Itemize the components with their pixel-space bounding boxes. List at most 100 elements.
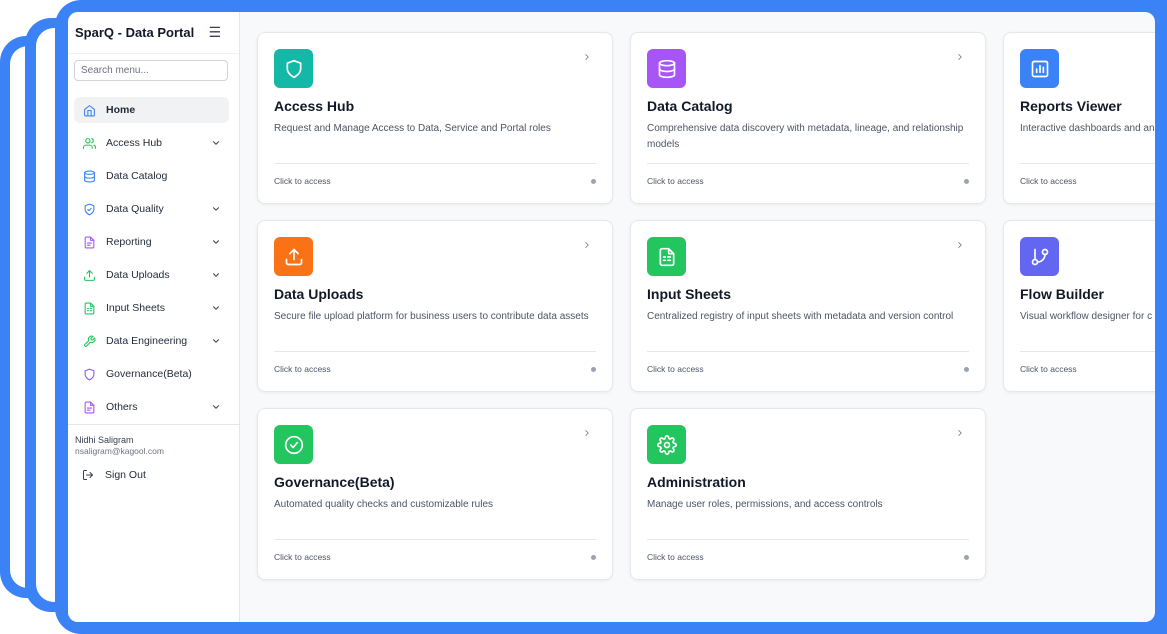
card-footer: Click to access: [647, 351, 969, 374]
sheet-icon: [82, 301, 96, 315]
sidebar-item-label: Data Uploads: [106, 269, 170, 281]
sidebar-item-label: Home: [106, 104, 136, 116]
sign-out-button[interactable]: Sign Out: [75, 469, 232, 481]
sidebar-item-home[interactable]: Home: [74, 97, 229, 123]
sidebar-item-others[interactable]: Others: [74, 394, 229, 420]
status-dot: [964, 366, 969, 372]
card-access-hub[interactable]: Access Hub Request and Manage Access to D…: [257, 32, 613, 204]
sidebar-item-data-quality[interactable]: Data Quality: [74, 196, 229, 222]
card-flow-builder[interactable]: Flow Builder Visual workflow designer for…: [1003, 220, 1155, 392]
sidebar-item-label: Access Hub: [106, 137, 163, 149]
upload-icon: [82, 268, 96, 282]
sidebar-item-input-sheets[interactable]: Input Sheets: [74, 295, 229, 321]
menu-toggle-icon[interactable]: ☰: [208, 24, 221, 41]
card-description: Comprehensive data discovery with metada…: [647, 123, 964, 150]
card-footer: Click to access: [274, 163, 596, 186]
card-description: Secure file upload platform for business…: [274, 311, 589, 322]
chevron-right-icon: [955, 49, 965, 60]
card-title: Data Catalog: [647, 98, 733, 114]
card-input-sheets[interactable]: Input Sheets Centralized registry of inpu…: [630, 220, 986, 392]
chevron-down-icon[interactable]: [211, 402, 221, 412]
sidebar-nav: Home Access Hub Data Catalog Data Quality Re…: [68, 97, 239, 420]
sidebar-item-label: Data Engineering: [106, 335, 188, 347]
card-governance-beta[interactable]: Governance(Beta) Automated quality checks…: [257, 408, 613, 580]
card-description: Centralized registry of input sheets wit…: [647, 311, 954, 322]
sidebar-item-access-hub[interactable]: Access Hub: [74, 130, 229, 156]
gear-icon: [647, 425, 686, 464]
search-input[interactable]: [74, 60, 228, 81]
card-title: Administration: [647, 474, 746, 490]
logout-icon: [83, 470, 93, 480]
card-reports-viewer[interactable]: Reports Viewer Interactive dashboards and…: [1003, 32, 1155, 204]
card-title: Flow Builder: [1020, 286, 1104, 302]
user-name: Nidhi Saligram: [75, 435, 134, 445]
upload-icon: [274, 237, 313, 276]
sidebar-item-label: Reporting: [106, 236, 152, 248]
shield-icon: [274, 49, 313, 88]
card-description: Automated quality checks and customizabl…: [274, 499, 494, 510]
status-dot: [964, 178, 969, 184]
database-icon: [647, 49, 686, 88]
file-icon: [82, 235, 96, 249]
card-data-uploads[interactable]: Data Uploads Secure file upload platform …: [257, 220, 613, 392]
module-grid: Access Hub Request and Manage Access to D…: [257, 32, 1155, 580]
sheet-icon: [647, 237, 686, 276]
app-window: SparQ - Data Portal ☰ Home Access Hub Data…: [68, 12, 1155, 622]
chevron-right-icon: [582, 49, 592, 60]
card-description: Visual workflow designer for c pipelines: [1020, 311, 1155, 322]
card-cta: Click to access: [274, 364, 331, 374]
sign-out-label: Sign Out: [105, 469, 146, 481]
status-dot: [964, 554, 969, 560]
chevron-down-icon[interactable]: [211, 303, 221, 313]
card-footer: Click to access: [1020, 351, 1155, 374]
card-footer: Click to access: [647, 539, 969, 562]
status-dot: [591, 366, 596, 372]
card-cta: Click to access: [647, 364, 704, 374]
card-cta: Click to access: [274, 552, 331, 562]
sidebar-item-label: Input Sheets: [106, 302, 165, 314]
chevron-right-icon: [955, 237, 965, 248]
app-title: SparQ - Data Portal: [75, 25, 195, 40]
chevron-right-icon: [582, 425, 592, 436]
card-footer: Click to access: [647, 163, 969, 186]
sidebar-header: SparQ - Data Portal ☰: [68, 12, 239, 54]
chevron-down-icon[interactable]: [211, 204, 221, 214]
chevron-down-icon[interactable]: [211, 336, 221, 346]
bar-chart-icon: [1020, 49, 1059, 88]
database-icon: [82, 169, 96, 183]
sidebar-item-data-catalog[interactable]: Data Catalog: [74, 163, 229, 189]
sidebar-item-governance-beta[interactable]: Governance(Beta): [74, 361, 229, 387]
users-icon: [82, 136, 96, 150]
card-administration[interactable]: Administration Manage user roles, permiss…: [630, 408, 986, 580]
card-title: Reports Viewer: [1020, 98, 1122, 114]
card-cta: Click to access: [1020, 364, 1077, 374]
card-cta: Click to access: [647, 552, 704, 562]
sidebar-item-label: Data Catalog: [106, 170, 168, 182]
card-data-catalog[interactable]: Data Catalog Comprehensive data discovery…: [630, 32, 986, 204]
card-title: Governance(Beta): [274, 474, 395, 490]
chevron-down-icon[interactable]: [211, 138, 221, 148]
card-description: Manage user roles, permissions, and acce…: [647, 499, 883, 510]
card-footer: Click to access: [274, 539, 596, 562]
chevron-right-icon: [582, 237, 592, 248]
sidebar-item-reporting[interactable]: Reporting: [74, 229, 229, 255]
chevron-down-icon[interactable]: [211, 270, 221, 280]
card-description: Request and Manage Access to Data, Servi…: [274, 123, 551, 134]
card-cta: Click to access: [1020, 176, 1077, 186]
sidebar-item-label: Data Quality: [106, 203, 164, 215]
shield-check-icon: [82, 202, 96, 216]
wrench-icon: [82, 334, 96, 348]
user-email: nsaligram@kagool.com: [75, 446, 164, 456]
card-description: Interactive dashboards and ana: [1020, 123, 1155, 134]
sidebar-item-data-engineering[interactable]: Data Engineering: [74, 328, 229, 354]
main-content: Access Hub Request and Manage Access to D…: [240, 12, 1155, 622]
sidebar-footer: Nidhi Saligram nsaligram@kagool.com Sign…: [68, 424, 239, 481]
chevron-down-icon[interactable]: [211, 237, 221, 247]
sidebar-item-data-uploads[interactable]: Data Uploads: [74, 262, 229, 288]
card-title: Data Uploads: [274, 286, 364, 302]
file-icon: [82, 400, 96, 414]
card-footer: Click to access: [1020, 163, 1155, 186]
card-title: Access Hub: [274, 98, 355, 114]
home-icon: [82, 103, 96, 117]
status-dot: [591, 554, 596, 560]
